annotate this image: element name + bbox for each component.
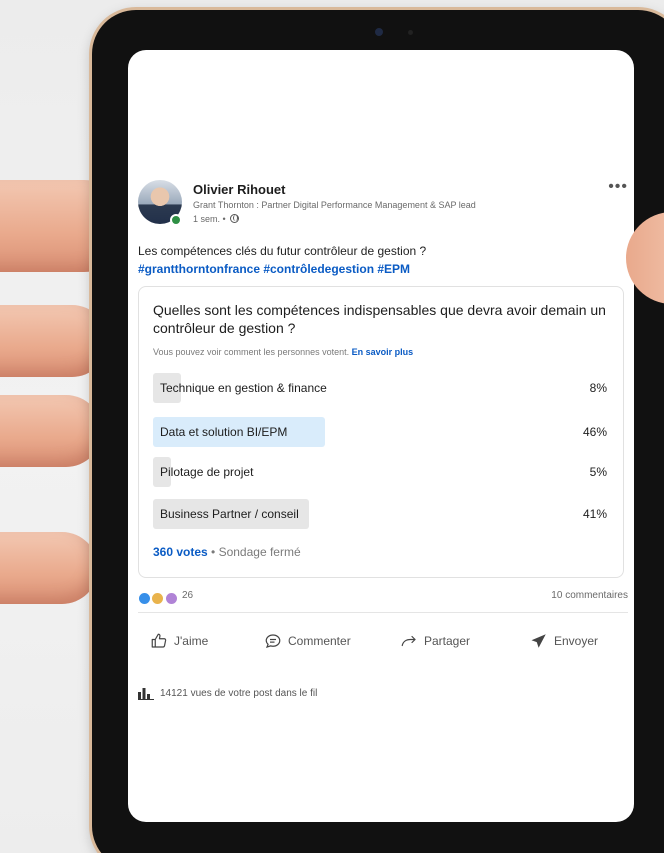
- poll-footer: 360 votes • Sondage fermé: [153, 545, 301, 559]
- poll-option-percent: 46%: [582, 425, 607, 439]
- poll-option-label: Technique en gestion & finance: [160, 381, 327, 395]
- poll-option-label: Business Partner / conseil: [160, 507, 299, 521]
- post-time-label: 1 sem. •: [193, 214, 226, 224]
- camera-icon: [375, 28, 383, 36]
- like-button[interactable]: J'aime: [150, 632, 208, 650]
- comments-count[interactable]: 10 commentaires: [551, 590, 628, 601]
- post-text: Les compétences clés du futur contrôleur…: [138, 242, 628, 278]
- divider: [138, 612, 628, 613]
- poll-question: Quelles sont les compétences indispensab…: [153, 302, 606, 336]
- sensor-icon: [408, 30, 413, 35]
- poll-option-label: Pilotage de projet: [160, 465, 254, 479]
- globe-icon: [230, 214, 240, 223]
- comment-button[interactable]: Commenter: [264, 632, 351, 650]
- reactions-bar: 26 10 commentaires: [138, 588, 628, 608]
- poll: Quelles sont les compétences indispensab…: [138, 286, 624, 578]
- poll-option[interactable]: Technique en gestion & finance 8%: [153, 373, 611, 403]
- send-button[interactable]: Envoyer: [530, 632, 598, 650]
- poll-option-percent: 8%: [589, 381, 607, 395]
- comment-icon: [265, 634, 281, 648]
- poll-note-text: Vous pouvez voir comment les personnes v…: [153, 347, 350, 357]
- online-status-icon: [170, 214, 182, 226]
- comment-label: Commenter: [288, 634, 351, 648]
- post-actions: J'aime Commenter Partager Envoyer: [138, 626, 628, 666]
- more-options-icon[interactable]: •••: [608, 178, 628, 196]
- post-time: 1 sem. •: [193, 214, 240, 224]
- poll-votes[interactable]: 360 votes: [153, 545, 208, 559]
- share-arrow-icon: [401, 635, 416, 647]
- screen: Olivier Rihouet Grant Thornton : Partner…: [128, 50, 634, 822]
- poll-option-percent: 41%: [582, 507, 607, 521]
- like-reaction-icon: [138, 592, 151, 606]
- author-name[interactable]: Olivier Rihouet: [193, 182, 285, 197]
- poll-option[interactable]: Data et solution BI/EPM 46%: [153, 417, 611, 447]
- send-icon: [531, 634, 546, 648]
- share-label: Partager: [424, 634, 471, 648]
- support-reaction-icon: [151, 592, 165, 606]
- send-label: Envoyer: [554, 634, 599, 648]
- author-title: Grant Thornton : Partner Digital Perform…: [193, 200, 476, 210]
- tablet-device: Olivier Rihouet Grant Thornton : Partner…: [92, 10, 664, 853]
- hand-finger: [0, 395, 102, 467]
- share-button[interactable]: Partager: [400, 632, 470, 650]
- bar-chart-icon: [138, 688, 154, 700]
- post-body: Les compétences clés du futur contrôleur…: [138, 244, 427, 258]
- learn-more-link[interactable]: En savoir plus: [352, 347, 414, 357]
- insightful-reaction-icon: [164, 592, 178, 606]
- views-label: 14121 vues de votre post dans le fil: [160, 687, 318, 699]
- reaction-icons[interactable]: [138, 590, 178, 606]
- like-label: J'aime: [174, 634, 209, 648]
- post-hashtags[interactable]: #grantthorntonfrance #contrôledegestion …: [138, 260, 628, 278]
- poll-option-label: Data et solution BI/EPM: [160, 425, 288, 439]
- hand-finger: [0, 532, 98, 604]
- poll-option[interactable]: Business Partner / conseil 41%: [153, 499, 611, 529]
- post-header: Olivier Rihouet Grant Thornton : Partner…: [138, 178, 628, 234]
- poll-note: Vous pouvez voir comment les personnes v…: [153, 347, 413, 357]
- poll-option-percent: 5%: [589, 465, 607, 479]
- thumbs-up-icon: [151, 633, 167, 648]
- poll-status: • Sondage fermé: [207, 545, 301, 559]
- post-views[interactable]: 14121 vues de votre post dans le fil: [138, 686, 317, 700]
- reaction-count[interactable]: 26: [182, 590, 193, 601]
- poll-option[interactable]: Pilotage de projet 5%: [153, 457, 611, 487]
